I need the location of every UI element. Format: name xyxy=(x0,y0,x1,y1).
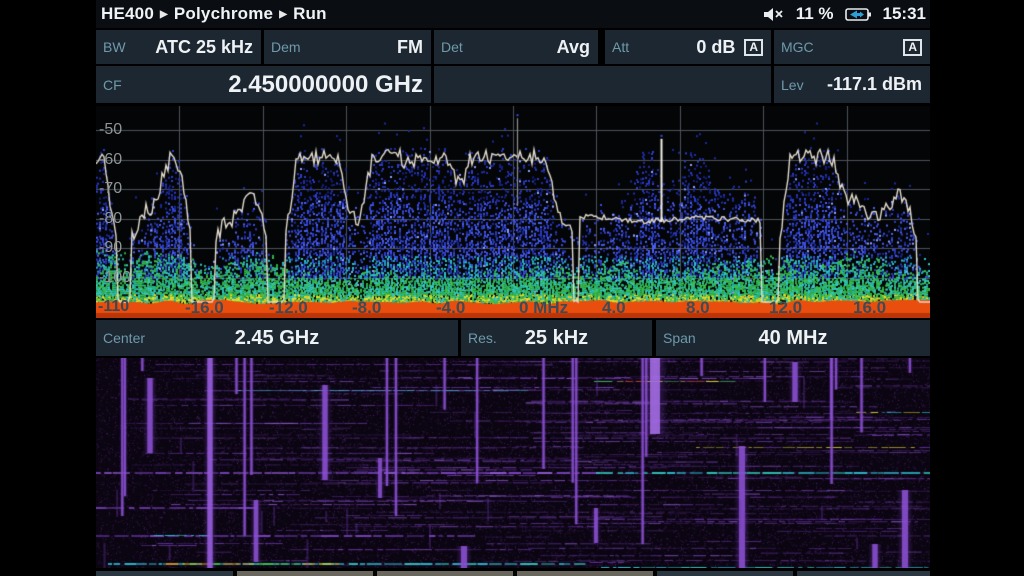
span-value: 40 MHz xyxy=(656,327,930,350)
bw-value: ATC 25 kHz xyxy=(155,37,261,58)
bw-cell[interactable]: BW ATC 25 kHz xyxy=(96,30,261,64)
mgc-cell[interactable]: MGC A xyxy=(774,30,930,64)
detector-cell[interactable]: Det Avg xyxy=(434,30,598,64)
demodulation-label: Dem xyxy=(264,39,301,55)
y-axis-tick-label: -60 xyxy=(99,151,122,169)
attenuation-value: 0 dB xyxy=(696,37,735,58)
cf-value: 2.450000000 GHz xyxy=(228,71,431,99)
y-axis-tick-label: -70 xyxy=(99,180,122,198)
battery-charging-icon xyxy=(845,7,872,22)
level-value: -117.1 dBm xyxy=(827,74,930,95)
breadcrumb-state[interactable]: Run xyxy=(293,4,327,24)
resolution-value: 25 kHz xyxy=(461,327,652,350)
app-window: HE400 ▶ Polychrome ▶ Run 11 % 15:31 BW A… xyxy=(96,0,930,576)
blank-cell xyxy=(434,66,771,103)
polychrome-spectrum-canvas[interactable] xyxy=(96,106,930,318)
x-axis-tick-label: -4.0 xyxy=(436,298,465,318)
y-axis-tick-label: -100 xyxy=(99,269,131,287)
title-bar: HE400 ▶ Polychrome ▶ Run 11 % 15:31 xyxy=(96,0,930,28)
detector-label: Det xyxy=(434,39,463,55)
x-axis-tick-label: -12.0 xyxy=(269,298,308,318)
center-cell[interactable]: Center 2.45 GHz xyxy=(96,320,458,356)
x-axis-tick-label: -8.0 xyxy=(352,298,381,318)
demodulation-value: FM xyxy=(397,37,431,58)
waterfall-canvas[interactable] xyxy=(96,358,930,568)
cf-label: CF xyxy=(96,77,122,93)
center-frequency-cell[interactable]: CF 2.450000000 GHz xyxy=(96,66,431,103)
softkey-button[interactable] xyxy=(377,571,513,576)
attenuation-cell[interactable]: Att 0 dB A xyxy=(605,30,771,64)
mgc-auto-badge: A xyxy=(903,39,922,56)
softkey-button[interactable] xyxy=(237,571,373,576)
softkey-button[interactable] xyxy=(797,571,930,576)
detector-value: Avg xyxy=(557,37,598,58)
x-axis-tick-label: 0 MHz xyxy=(519,298,568,318)
resolution-cell[interactable]: Res. 25 kHz xyxy=(461,320,652,356)
y-axis-tick-label: -110 xyxy=(98,298,129,316)
demodulation-cell[interactable]: Dem FM xyxy=(264,30,431,64)
y-axis-tick-label: -80 xyxy=(99,210,122,228)
breadcrumb-mode[interactable]: Polychrome xyxy=(174,4,273,24)
x-axis-tick-label: -16.0 xyxy=(185,298,224,318)
attenuation-auto-badge: A xyxy=(744,39,763,56)
mgc-label: MGC xyxy=(774,39,814,55)
level-cell[interactable]: Lev -117.1 dBm xyxy=(774,66,930,103)
center-value: 2.45 GHz xyxy=(96,327,458,350)
x-axis-tick-label: 12.0 xyxy=(769,298,802,318)
waterfall-display[interactable] xyxy=(96,358,930,568)
attenuation-label: Att xyxy=(605,39,629,55)
x-axis-tick-label: 4.0 xyxy=(602,298,626,318)
breadcrumb-separator-icon: ▶ xyxy=(160,9,168,20)
spectrum-display[interactable]: -50 -60 -70 -80 -90 -100 -110 -16.0 -12.0 -8.0 -4.… xyxy=(96,106,930,318)
x-axis-tick-label: 8.0 xyxy=(686,298,710,318)
softkey-button[interactable] xyxy=(96,571,233,576)
clock: 15:31 xyxy=(883,4,926,24)
x-axis-tick-label: 16.0 xyxy=(853,298,886,318)
level-label: Lev xyxy=(774,77,804,93)
breadcrumb[interactable]: HE400 ▶ Polychrome ▶ Run xyxy=(96,4,327,24)
battery-percent: 11 % xyxy=(796,4,834,24)
speaker-muted-icon xyxy=(763,7,785,22)
breadcrumb-device[interactable]: HE400 xyxy=(101,4,154,24)
softkey-button[interactable] xyxy=(517,571,653,576)
softkey-bar xyxy=(96,571,930,576)
status-area: 11 % 15:31 xyxy=(763,4,930,24)
span-cell[interactable]: Span 40 MHz xyxy=(656,320,930,356)
y-axis-tick-label: -90 xyxy=(99,239,122,257)
bw-label: BW xyxy=(96,39,126,55)
softkey-button[interactable] xyxy=(657,571,793,576)
y-axis-tick-label: -50 xyxy=(99,121,122,139)
breadcrumb-separator-icon: ▶ xyxy=(279,9,287,20)
